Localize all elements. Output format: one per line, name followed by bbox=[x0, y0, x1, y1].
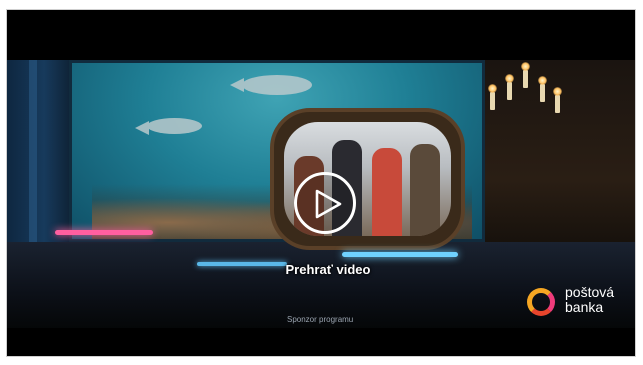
neon-light-blue-right bbox=[342, 252, 458, 257]
play-button[interactable] bbox=[294, 172, 356, 234]
play-video-label[interactable]: Prehrať video bbox=[243, 262, 413, 277]
neon-light-pink bbox=[55, 230, 153, 235]
scene-candles bbox=[485, 60, 635, 260]
scene-retro-tv bbox=[270, 108, 465, 250]
logo-line-1: poštová bbox=[565, 284, 615, 300]
sponsor-text: Sponzor programu bbox=[287, 315, 354, 324]
play-icon bbox=[315, 189, 342, 219]
logo-line-2: banka bbox=[565, 299, 604, 315]
bank-logo-icon bbox=[527, 288, 555, 316]
video-player[interactable]: Prehrať video Sponzor programu poštová b… bbox=[6, 9, 636, 357]
sponsor-logo: poštová banka bbox=[527, 285, 627, 325]
